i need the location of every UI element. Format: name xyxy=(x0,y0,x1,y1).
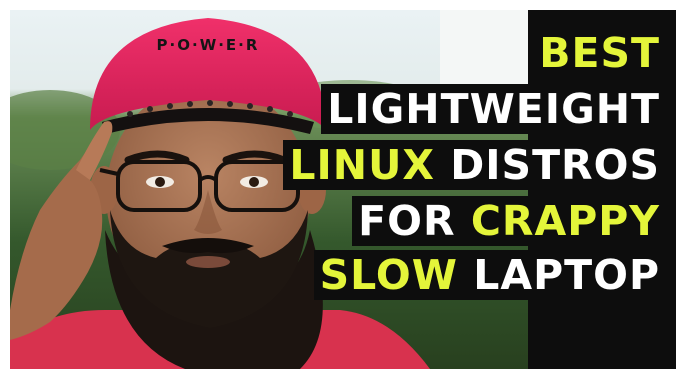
video-thumbnail[interactable]: P·O·W·E·R BEST LIGHTWEIGHT LINUX DISTROS… xyxy=(10,10,676,369)
title-word: LIGHTWEIGHT xyxy=(327,85,660,133)
lips xyxy=(186,256,230,268)
title-word: LINUX xyxy=(289,141,435,189)
title-line-3: LINUX DISTROS xyxy=(283,140,666,190)
title-word: SLOW xyxy=(319,251,458,299)
title-line-5: SLOW LAPTOP xyxy=(313,250,666,300)
title-word: BEST xyxy=(539,29,660,77)
title-word: CRAPPY xyxy=(470,197,660,245)
title-word: FOR xyxy=(358,197,471,245)
title-word: DISTROS xyxy=(434,141,660,189)
title-line-4: FOR CRAPPY xyxy=(352,196,666,246)
pupil xyxy=(155,177,165,187)
title-line-1: BEST xyxy=(533,28,666,78)
pupil xyxy=(249,177,259,187)
title-word: LAPTOP xyxy=(457,251,660,299)
cap-logo-text: P·O·W·E·R xyxy=(157,36,260,54)
title-line-2: LIGHTWEIGHT xyxy=(321,84,666,134)
